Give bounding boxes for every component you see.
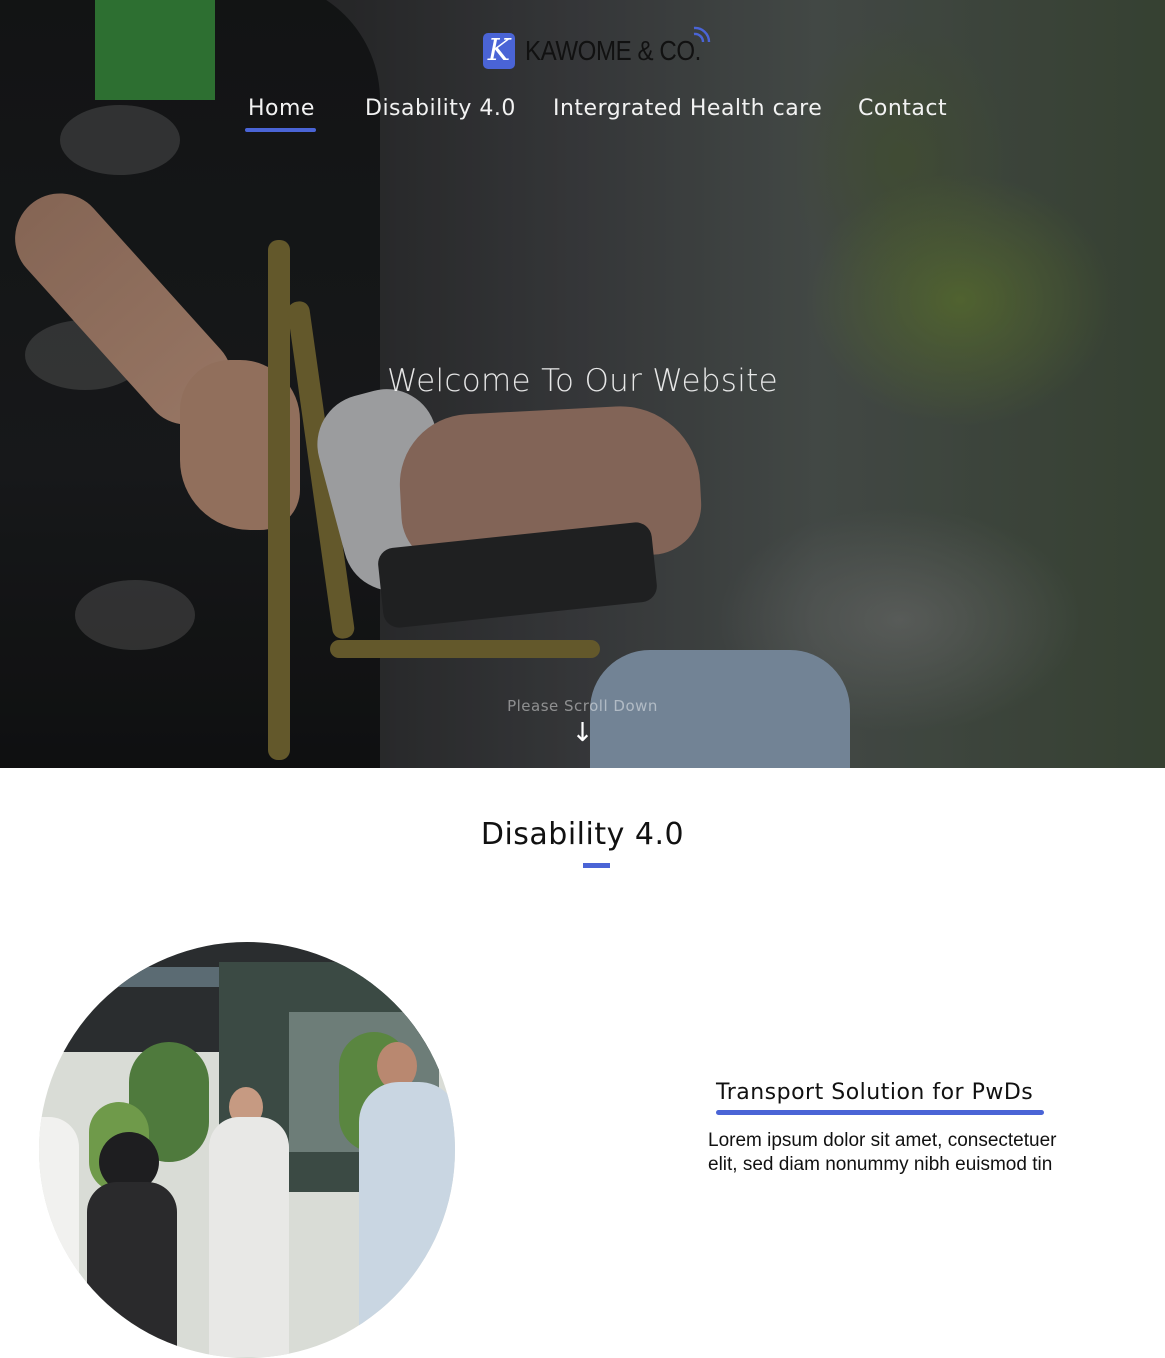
section-title-bar	[583, 863, 610, 868]
arrow-down-icon[interactable]: ↓	[0, 716, 1165, 750]
nav-item-health-care[interactable]: Intergrated Health care	[553, 96, 822, 121]
photo-person	[359, 1082, 455, 1358]
feature-photo	[39, 942, 455, 1358]
hero-title: Welcome To Our Website	[387, 363, 778, 399]
feature-title: Transport Solution for PwDs	[716, 1080, 1034, 1105]
brand-name: KAWOME & CO.	[525, 35, 701, 66]
nav-active-indicator	[245, 128, 316, 132]
scroll-down-label[interactable]: Please Scroll Down	[0, 697, 1165, 715]
photo-person	[39, 1117, 79, 1357]
nav-item-disability[interactable]: Disability 4.0	[365, 96, 516, 121]
brand-logo[interactable]: K KAWOME & CO.	[483, 26, 730, 74]
section-title: Disability 4.0	[480, 817, 685, 852]
main-nav: Home Disability 4.0 Intergrated Health c…	[0, 96, 1165, 136]
feature-description: Lorem ipsum dolor sit amet, consectetuer…	[708, 1130, 1057, 1175]
hero-banner: K KAWOME & CO. Home Disability 4.0 Inter…	[0, 0, 1165, 768]
photo-person	[87, 1182, 177, 1358]
signal-waves-icon	[693, 26, 711, 43]
k-logo-icon: K	[483, 33, 515, 69]
feature-title-underline	[716, 1110, 1044, 1115]
nav-item-home[interactable]: Home	[248, 96, 315, 121]
photo-person	[209, 1117, 289, 1357]
nav-item-contact[interactable]: Contact	[858, 96, 947, 121]
